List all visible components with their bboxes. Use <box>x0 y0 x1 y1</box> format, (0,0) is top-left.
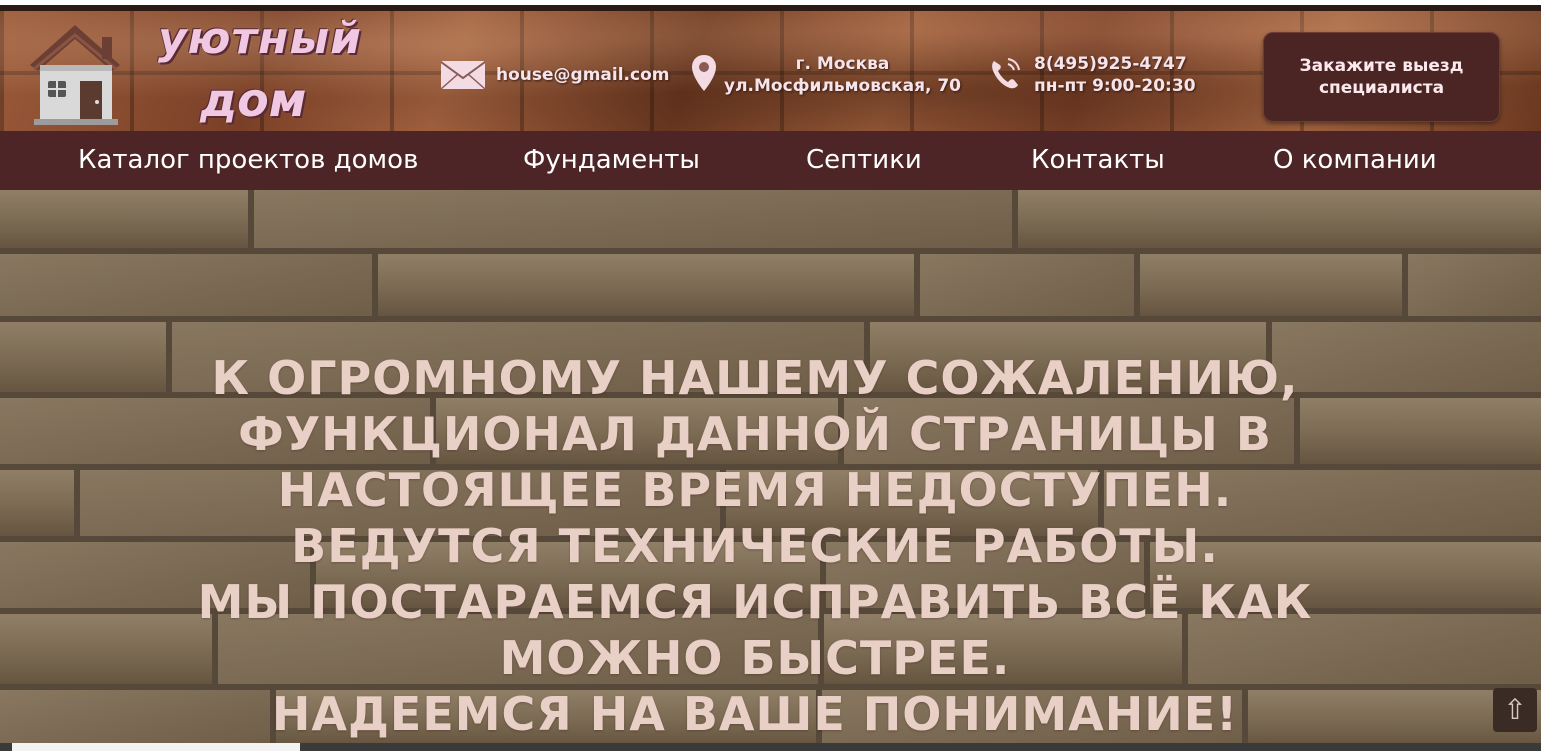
brand-name[interactable]: уютный дом <box>158 13 378 127</box>
order-button-line1: Закажите выезд <box>1299 56 1464 76</box>
phone-icon <box>992 58 1020 89</box>
nav-item-catalog[interactable]: Каталог проектов домов <box>78 131 418 190</box>
brand-line2: дом <box>200 73 307 127</box>
nav-item-contacts[interactable]: Контакты <box>1031 131 1165 190</box>
address-city: г. Москва <box>795 54 890 74</box>
site-header: уютный дом house@gmail.com г. Москва ул.… <box>0 5 1541 131</box>
message-line: НАДЕЕМСЯ НА ВАШЕ ПОНИМАНИЕ! <box>271 687 1239 741</box>
envelope-icon <box>440 61 486 90</box>
brand-line1: уютный <box>158 13 362 64</box>
message-line: МЫ ПОСТАРАЕМСЯ ИСПРАВИТЬ ВСЁ КАК <box>197 575 1313 629</box>
map-pin-icon <box>692 55 716 91</box>
message-line: ФУНКЦИОНАЛ ДАННОЙ СТРАНИЦЫ В <box>238 407 1272 461</box>
address-street: ул.Мосфильмовская, 70 <box>724 76 962 96</box>
nav-item-about[interactable]: О компании <box>1273 131 1437 190</box>
email-text: house@gmail.com <box>496 65 670 85</box>
bottom-bar-segment <box>12 743 300 751</box>
order-specialist-button[interactable]: Закажите выезд специалиста <box>1263 32 1500 122</box>
phone-number: 8(495)925-4747 <box>1034 54 1187 74</box>
nav-item-septics[interactable]: Септики <box>806 131 922 190</box>
arrow-up-icon[interactable]: ⇧ <box>1493 688 1537 732</box>
hero-section: К ОГРОМНОМУ НАШЕМУ СОЖАЛЕНИЮ, ФУНКЦИОНАЛ… <box>0 190 1541 745</box>
main-nav: Каталог проектов домов Фундаменты Септик… <box>0 131 1541 190</box>
message-line: НАСТОЯЩЕЕ ВРЕМЯ НЕДОСТУПЕН. <box>277 463 1233 517</box>
contact-phone[interactable]: 8(495)925-4747 пн-пт 9:00-20:30 <box>986 53 1196 97</box>
house-logo-icon[interactable] <box>20 19 130 129</box>
message-line: К ОГРОМНОМУ НАШЕМУ СОЖАЛЕНИЮ, <box>211 351 1299 405</box>
order-button-line2: специалиста <box>1318 78 1445 98</box>
contact-email[interactable]: house@gmail.com <box>440 59 669 91</box>
message-line: ВЕДУТСЯ ТЕХНИЧЕСКИЕ РАБОТЫ. <box>291 519 1219 573</box>
contact-address: г. Москва ул.Мосфильмовская, 70 <box>690 53 961 97</box>
nav-item-foundations[interactable]: Фундаменты <box>523 131 700 190</box>
maintenance-message: К ОГРОМНОМУ НАШЕМУ СОЖАЛЕНИЮ, ФУНКЦИОНАЛ… <box>170 350 1340 742</box>
message-line: МОЖНО БЫСТРЕЕ. <box>499 631 1011 685</box>
working-hours: пн-пт 9:00-20:30 <box>1034 76 1196 96</box>
